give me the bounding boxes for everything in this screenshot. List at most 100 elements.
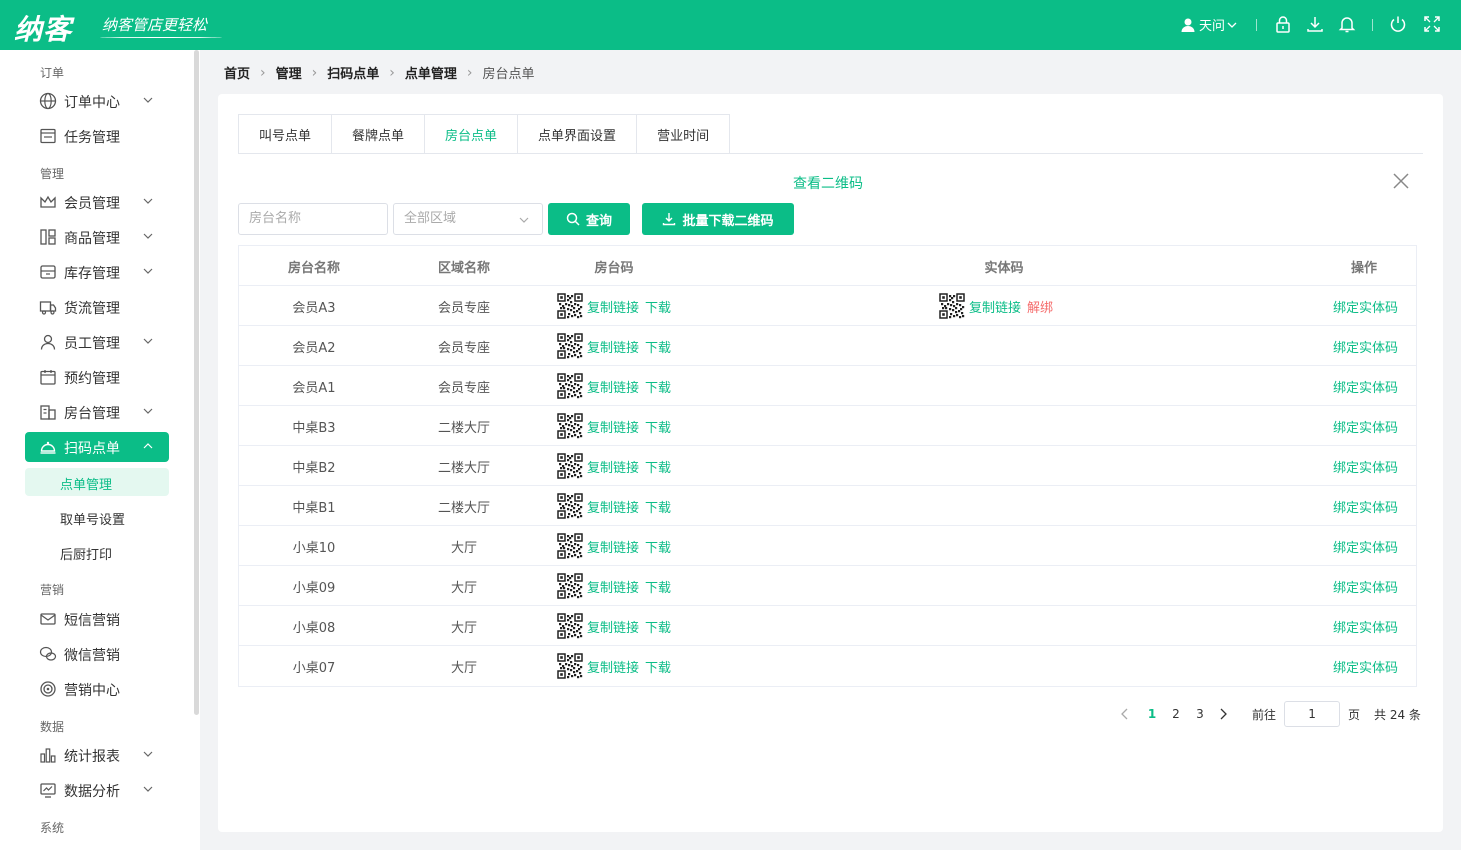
download-button[interactable]: 下载 [645,417,671,436]
copy-link-button[interactable]: 复制链接 [587,417,639,436]
bind-entity-code-button[interactable]: 绑定实体码 [1333,457,1398,476]
lock-icon[interactable] [1273,14,1293,34]
download-button[interactable]: 下载 [645,657,671,676]
qr-code-icon[interactable] [557,373,583,399]
copy-link-button[interactable]: 复制链接 [587,657,639,676]
page-3[interactable]: 3 [1188,707,1212,721]
sidebar-item-room[interactable]: 房台管理 [25,397,169,427]
room-name-input[interactable]: 房台名称 [238,203,388,235]
download-button[interactable]: 下载 [645,337,671,356]
page-1[interactable]: 1 [1140,707,1164,721]
bind-entity-code-button[interactable]: 绑定实体码 [1333,417,1398,436]
qr-code-icon[interactable] [557,493,583,519]
bind-entity-code-button[interactable]: 绑定实体码 [1333,537,1398,556]
download-button[interactable]: 下载 [645,457,671,476]
cell-room-name: 小桌07 [292,660,336,676]
sidebar-item-booking[interactable]: 预约管理 [25,362,169,392]
sidebar-item-stats[interactable]: 统计报表 [25,740,169,770]
chevron-right-icon[interactable] [1216,707,1230,721]
sidebar-item-logistics[interactable]: 货流管理 [25,292,169,322]
download-button[interactable]: 下载 [645,297,671,316]
bind-entity-code-button[interactable]: 绑定实体码 [1333,497,1398,516]
tab-business-hours[interactable]: 营业时间 [637,115,730,154]
bind-entity-code-button[interactable]: 绑定实体码 [1333,657,1398,676]
brand-logo[interactable]: 纳客 [14,8,72,48]
sidebar-item-order-center[interactable]: 订单中心 [25,86,169,116]
chevron-left-icon[interactable] [1118,707,1132,721]
user-menu[interactable]: 天问 [1180,15,1237,34]
download-button[interactable]: 下载 [645,537,671,556]
breadcrumb-manage[interactable]: 管理 [276,63,302,82]
qr-code-icon[interactable] [557,333,583,359]
download-button[interactable]: 下载 [645,617,671,636]
download-icon[interactable] [1305,14,1325,34]
copy-link-button[interactable]: 复制链接 [587,457,639,476]
copy-link-button[interactable]: 复制链接 [587,337,639,356]
bind-entity-code-button[interactable]: 绑定实体码 [1333,377,1398,396]
bind-entity-code-button[interactable]: 绑定实体码 [1333,617,1398,636]
cell-room-code: 复制链接 下载 [557,606,877,646]
page-2[interactable]: 2 [1164,707,1188,721]
copy-entity-link-button[interactable]: 复制链接 [969,297,1021,316]
cell-room-code: 复制链接 下载 [557,646,877,686]
cell-room-code: 复制链接 下载 [557,526,877,566]
sidebar-item-analysis[interactable]: 数据分析 [25,775,169,805]
sidebar-item-member[interactable]: 会员管理 [25,187,169,217]
download-button[interactable]: 下载 [645,577,671,596]
bar-chart-icon [40,748,56,763]
tab-menu-card-order[interactable]: 餐牌点单 [332,115,426,154]
breadcrumb-scan-order[interactable]: 扫码点单 [327,63,379,82]
header-divider [1256,19,1257,31]
sidebar-item-scan-order[interactable]: 扫码点单 [25,432,169,462]
task-list-icon [40,128,56,144]
sidebar-subitem-kitchen-print[interactable]: 后厨打印 [25,538,169,566]
breadcrumb-separator: › [466,64,473,81]
sidebar-item-sms[interactable]: 短信营销 [25,604,169,634]
area-select[interactable]: 全部区域 [393,203,543,235]
batch-download-qr-button[interactable]: 批量下载二维码 [642,203,794,235]
sidebar-subitem-pickup-no[interactable]: 取单号设置 [25,503,169,531]
qr-code-icon[interactable] [557,653,583,679]
sidebar-group-manage: 管理 [40,167,65,181]
fullscreen-icon[interactable] [1422,14,1442,34]
copy-link-button[interactable]: 复制链接 [587,497,639,516]
close-icon[interactable] [1392,172,1410,190]
bind-entity-code-button[interactable]: 绑定实体码 [1333,337,1398,356]
tab-room-order[interactable]: 房台点单 [425,115,519,154]
copy-link-button[interactable]: 复制链接 [587,577,639,596]
copy-link-button[interactable]: 复制链接 [587,377,639,396]
sidebar-item-stock[interactable]: 库存管理 [25,257,169,287]
power-icon[interactable] [1388,14,1408,34]
qr-code-icon[interactable] [557,573,583,599]
sidebar-item-goods[interactable]: 商品管理 [25,222,169,252]
copy-link-button[interactable]: 复制链接 [587,617,639,636]
qr-code-icon[interactable] [939,293,965,319]
breadcrumb-home[interactable]: 首页 [224,63,250,82]
sidebar-item-staff[interactable]: 员工管理 [25,327,169,357]
qr-code-icon[interactable] [557,453,583,479]
copy-link-button[interactable]: 复制链接 [587,537,639,556]
chevron-down-icon [1227,22,1237,28]
sidebar-subitem-order-manage[interactable]: 点单管理 [25,468,169,496]
qr-code-icon[interactable] [557,293,583,319]
bind-entity-code-button[interactable]: 绑定实体码 [1333,297,1398,316]
sidebar-item-marketing-center[interactable]: 营销中心 [25,674,169,704]
sidebar-item-task[interactable]: 任务管理 [25,121,169,151]
bell-icon[interactable] [1337,14,1357,34]
tab-order-ui-settings[interactable]: 点单界面设置 [518,115,638,154]
goto-page-input[interactable]: 1 [1284,701,1341,727]
breadcrumb-separator: › [311,64,318,81]
qr-code-icon[interactable] [557,613,583,639]
breadcrumb-order-manage[interactable]: 点单管理 [405,63,457,82]
download-button[interactable]: 下载 [645,377,671,396]
bind-entity-code-button[interactable]: 绑定实体码 [1333,577,1398,596]
download-button[interactable]: 下载 [645,497,671,516]
sidebar-item-wechat[interactable]: 微信营销 [25,639,169,669]
sidebar-scrollbar[interactable] [194,50,199,715]
search-button[interactable]: 查询 [548,203,630,235]
copy-link-button[interactable]: 复制链接 [587,297,639,316]
unbind-button[interactable]: 解绑 [1027,297,1053,316]
tab-call-order[interactable]: 叫号点单 [239,115,333,154]
qr-code-icon[interactable] [557,533,583,559]
qr-code-icon[interactable] [557,413,583,439]
